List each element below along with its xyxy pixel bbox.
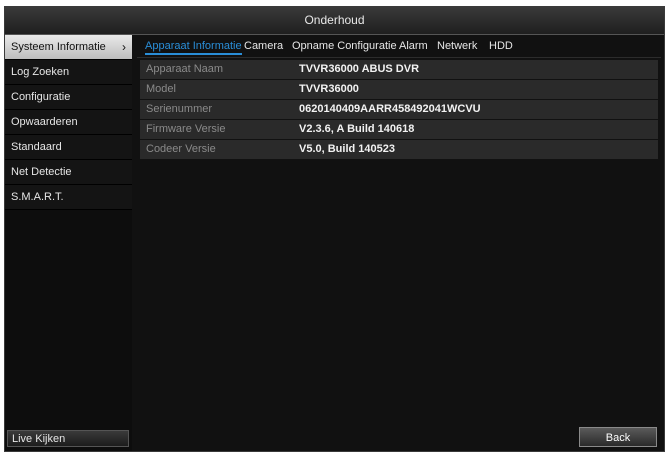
live-view-button[interactable]: Live Kijken (7, 430, 129, 447)
sidebar-item-label: Log Zoeken (11, 66, 70, 78)
tab-alarm[interactable]: Alarm (399, 40, 428, 52)
sidebar-item-label: S.M.A.R.T. (11, 191, 64, 203)
sidebar-item-configuratie[interactable]: Configuratie (5, 85, 132, 110)
sidebar-item-net-detectie[interactable]: Net Detectie (5, 160, 132, 185)
sidebar-item-smart[interactable]: S.M.A.R.T. (5, 185, 132, 210)
row-label: Serienummer (146, 103, 213, 115)
sidebar-item-opwaarderen[interactable]: Opwaarderen (5, 110, 132, 135)
table-row: Apparaat Naam TVVR36000 ABUS DVR (140, 60, 658, 79)
tab-hdd[interactable]: HDD (489, 40, 513, 52)
window: Onderhoud Systeem Informatie › Log Zoeke… (4, 6, 665, 452)
sidebar: Systeem Informatie › Log Zoeken Configur… (5, 35, 132, 451)
row-label: Codeer Versie (146, 143, 216, 155)
row-value: TVVR36000 (299, 83, 359, 95)
row-label: Model (146, 83, 176, 95)
sidebar-item-label: Opwaarderen (11, 116, 78, 128)
tab-bar: Apparaat Informatie Camera Opname Config… (137, 37, 661, 58)
tab-opname-configuratie[interactable]: Opname Configuratie (292, 40, 397, 52)
tab-netwerk[interactable]: Netwerk (437, 40, 477, 52)
sidebar-item-label: Standaard (11, 141, 62, 153)
table-row: Firmware Versie V2.3.6, A Build 140618 (140, 120, 658, 139)
sidebar-item-label: Systeem Informatie (11, 41, 106, 53)
table-row: Codeer Versie V5.0, Build 140523 (140, 140, 658, 159)
sidebar-item-log-zoeken[interactable]: Log Zoeken (5, 60, 132, 85)
sidebar-item-label: Configuratie (11, 91, 71, 103)
sidebar-item-label: Net Detectie (11, 166, 72, 178)
row-label: Apparaat Naam (146, 63, 224, 75)
table-row: Model TVVR36000 (140, 80, 658, 99)
device-info-table: Apparaat Naam TVVR36000 ABUS DVR Model T… (140, 60, 658, 160)
chevron-right-icon: › (122, 40, 126, 54)
sidebar-item-systeem-informatie[interactable]: Systeem Informatie › (5, 35, 132, 60)
row-value: V2.3.6, A Build 140618 (299, 123, 415, 135)
row-value: V5.0, Build 140523 (299, 143, 395, 155)
table-row: Serienummer 0620140409AARR458492041WCVU (140, 100, 658, 119)
tab-apparaat-informatie[interactable]: Apparaat Informatie (145, 40, 242, 55)
row-value: TVVR36000 ABUS DVR (299, 63, 420, 75)
sidebar-item-standaard[interactable]: Standaard (5, 135, 132, 160)
main-panel: Apparaat Informatie Camera Opname Config… (137, 37, 661, 449)
tab-camera[interactable]: Camera (244, 40, 283, 52)
window-title: Onderhoud (5, 7, 664, 35)
row-label: Firmware Versie (146, 123, 226, 135)
row-value: 0620140409AARR458492041WCVU (299, 103, 481, 115)
back-button[interactable]: Back (579, 427, 657, 447)
